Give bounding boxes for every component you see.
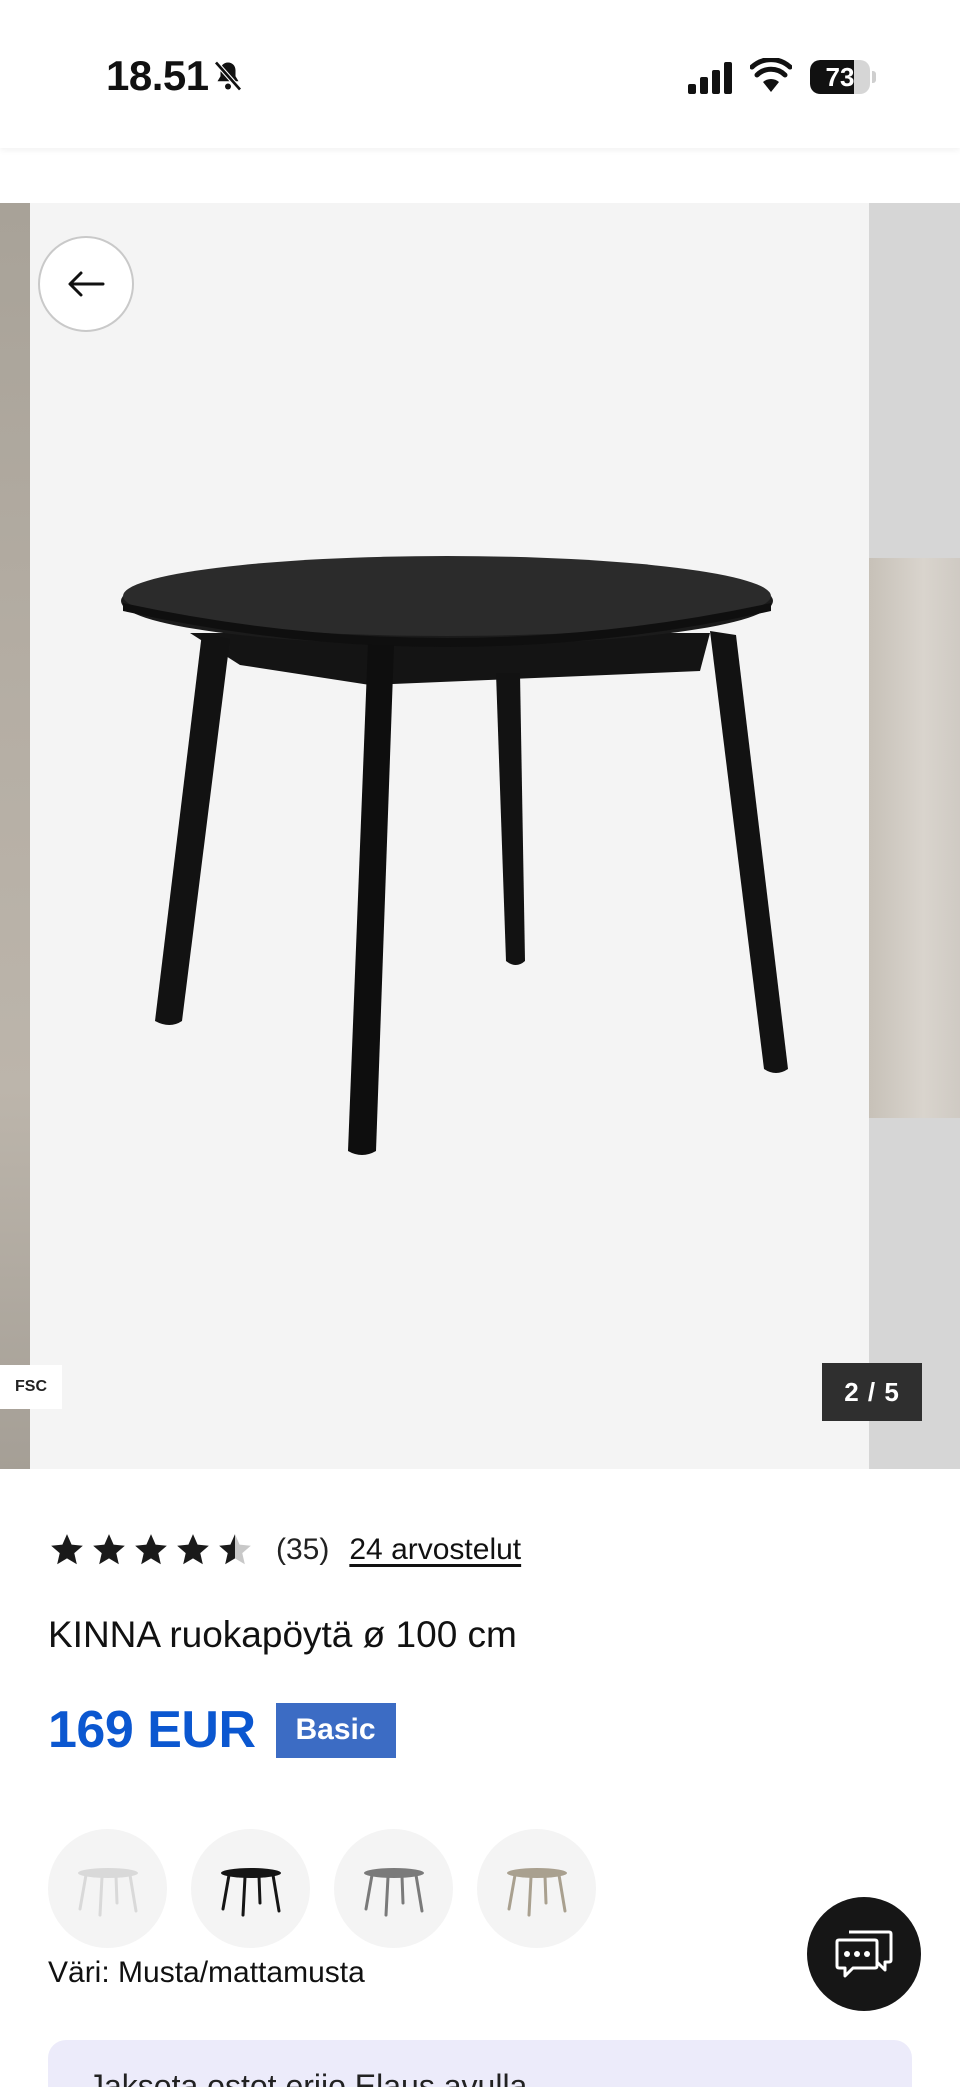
price-row: 169 EUR Basic	[48, 1700, 396, 1760]
chat-bubble-icon	[835, 1930, 893, 1978]
dining-table-image	[121, 556, 788, 1155]
wifi-icon	[750, 58, 792, 92]
star-rating	[48, 1531, 254, 1569]
previous-slide-peek[interactable]	[0, 203, 30, 1469]
info-box-text: Jaksota ostot erijo Elaus avulla	[88, 2068, 528, 2087]
table-thumbnail-icon	[77, 1867, 138, 1916]
next-slide-peek[interactable]	[869, 203, 960, 1469]
selected-color-label: Väri: Musta/mattamusta	[48, 1956, 365, 1989]
info-box[interactable]: Jaksota ostot erijo Elaus avulla	[48, 2040, 912, 2087]
star-icon	[51, 1534, 83, 1565]
status-time: 18.51	[106, 52, 209, 99]
product-image	[30, 203, 869, 1469]
signal-icon	[688, 62, 732, 94]
rating-count: (35)	[276, 1533, 330, 1566]
color-swatch-white[interactable]	[48, 1829, 167, 1948]
status-bar: 18.51 73	[0, 0, 960, 148]
star-icon	[135, 1534, 167, 1565]
tier-badge: Basic	[275, 1702, 396, 1758]
product-price: 169 EUR	[48, 1701, 256, 1759]
star-icon	[177, 1534, 209, 1565]
color-swatch-black[interactable]	[191, 1829, 310, 1948]
battery-indicator: 73	[810, 60, 876, 94]
table-thumbnail-icon	[363, 1867, 424, 1916]
color-swatches	[48, 1829, 596, 1948]
reviews-link[interactable]: 24 arvostelut	[349, 1533, 521, 1567]
rating-row: (35) 24 arvostelut	[48, 1528, 521, 1572]
battery-level: 73	[825, 62, 855, 92]
table-thumbnail-icon	[220, 1867, 281, 1916]
product-gallery[interactable]: FSC 2 / 5	[0, 203, 960, 1469]
bell-slash-icon	[214, 60, 242, 92]
star-icon	[93, 1534, 125, 1565]
back-button[interactable]	[38, 236, 134, 332]
product-title: KINNA ruokapöytä ø 100 cm	[48, 1614, 517, 1655]
fsc-badge: FSC	[0, 1365, 62, 1409]
table-thumbnail-icon	[506, 1867, 567, 1916]
arrow-left-icon	[68, 271, 105, 297]
star-icon	[219, 1534, 251, 1565]
color-swatch-grey[interactable]	[334, 1829, 453, 1948]
image-counter: 2 / 5	[822, 1363, 922, 1421]
chat-button[interactable]	[807, 1897, 921, 2011]
color-swatch-beige[interactable]	[477, 1829, 596, 1948]
